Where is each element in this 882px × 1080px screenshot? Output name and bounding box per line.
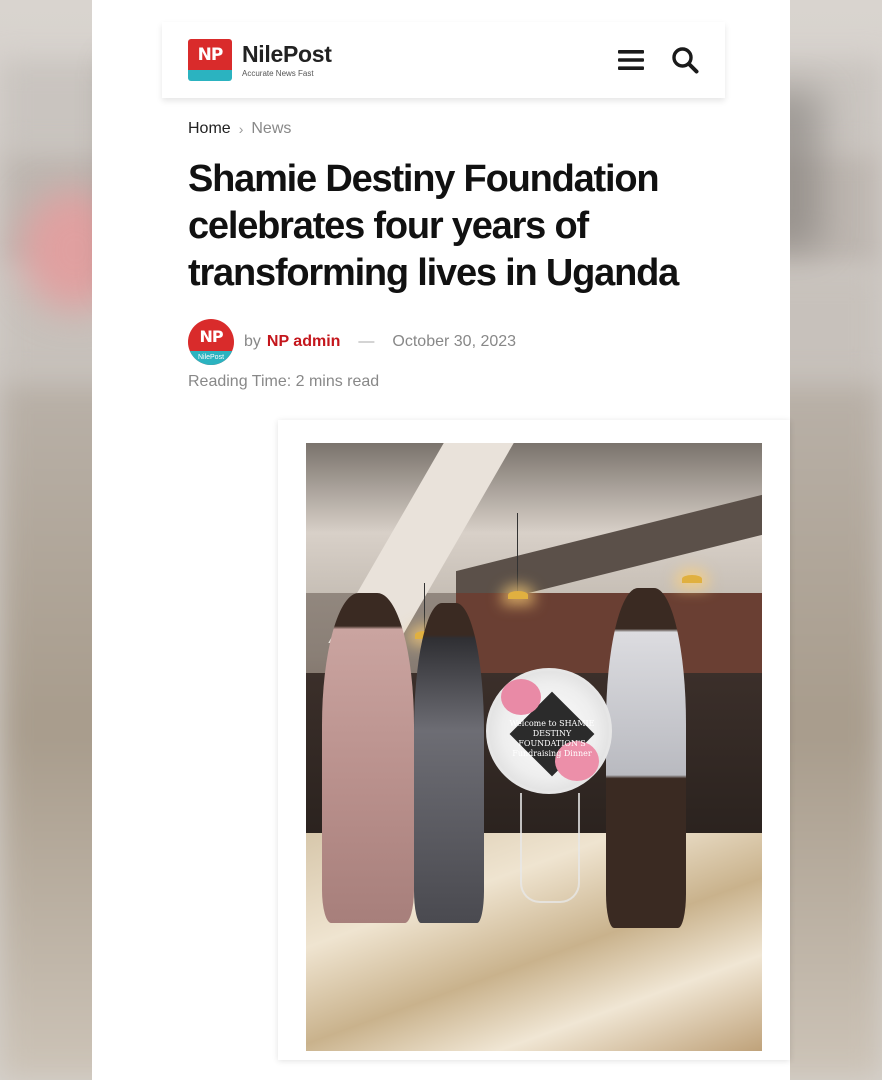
article-title: Shamie Destiny Foundation celebrates fou… [188, 158, 679, 294]
author-link[interactable]: NP admin [267, 333, 341, 351]
featured-photo[interactable]: Welcome to SHAMIE DESTINY FOUNDATION'S F… [306, 443, 762, 1051]
article-page: NP NilePost Accurate News Fast Home › Ne… [92, 0, 790, 1080]
breadcrumb-home[interactable]: Home [188, 120, 231, 138]
article-meta: NP NilePost by NP admin — October 30, 20… [188, 319, 708, 365]
meta-separator: — [358, 333, 375, 350]
byline-prefix: by [244, 333, 261, 350]
logo-letters: NP [188, 39, 232, 70]
logo-mark: NP [188, 39, 232, 81]
welcome-sign: Welcome to SHAMIE DESTINY FOUNDATION'S F… [486, 668, 612, 794]
article-header: Home › News Shamie Destiny Foundation ce… [188, 120, 708, 391]
sign-text: Welcome to SHAMIE DESTINY FOUNDATION'S F… [509, 719, 595, 758]
site-header: NP NilePost Accurate News Fast [162, 22, 725, 98]
reading-time: Reading Time: 2 mins read [188, 373, 380, 390]
search-icon[interactable] [671, 46, 699, 74]
featured-image-card: Welcome to SHAMIE DESTINY FOUNDATION'S F… [278, 420, 790, 1060]
logo-name: NilePost [242, 40, 332, 67]
breadcrumb-current[interactable]: News [251, 120, 291, 138]
hamburger-menu-icon[interactable] [617, 46, 645, 74]
chevron-right-icon: › [238, 121, 244, 137]
logo-tagline: Accurate News Fast [242, 68, 314, 78]
site-logo[interactable]: NP NilePost Accurate News Fast [188, 39, 332, 81]
publish-date: October 30, 2023 [392, 333, 517, 350]
author-avatar[interactable]: NP NilePost [188, 319, 234, 365]
breadcrumb: Home › News [188, 120, 708, 138]
